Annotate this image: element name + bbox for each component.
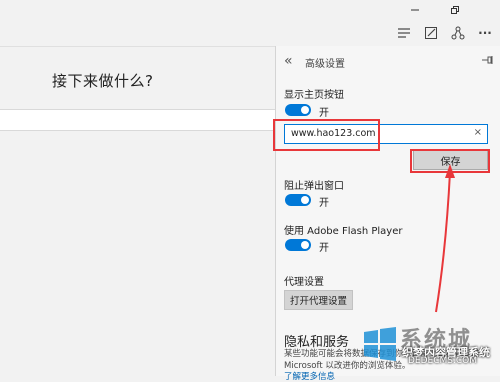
toggle-knob xyxy=(301,241,309,249)
minimize-icon xyxy=(411,9,419,10)
minimize-button[interactable] xyxy=(400,0,430,19)
browser-toolbar: ··· xyxy=(0,19,500,46)
pin-button[interactable] xyxy=(481,55,493,68)
more-button[interactable]: ··· xyxy=(474,22,496,44)
web-note-button[interactable] xyxy=(420,22,442,44)
search-box[interactable] xyxy=(0,109,276,131)
home-url-value: www.hao123.com xyxy=(291,128,376,139)
popup-block-toggle[interactable] xyxy=(285,194,311,206)
save-button[interactable]: 保存 xyxy=(413,150,488,170)
pin-icon xyxy=(482,56,493,64)
clear-icon[interactable]: × xyxy=(474,127,482,138)
panel-title: 高级设置 xyxy=(305,59,345,70)
back-button[interactable]: « xyxy=(284,53,293,69)
advanced-settings-panel: « 高级设置 显示主页按钮 开 www.hao123.com × 保存 阻止弹出… xyxy=(275,46,500,382)
home-button-label: 显示主页按钮 xyxy=(284,90,344,101)
home-button-toggle-state: 开 xyxy=(319,108,329,119)
privacy-text: 某些功能可能会将数据保存到你的设备上或将其发送给 Microsoft 以改进你的… xyxy=(284,349,489,371)
restore-icon xyxy=(451,5,459,14)
home-button-toggle[interactable] xyxy=(285,104,311,116)
home-url-input[interactable]: www.hao123.com × xyxy=(284,124,488,144)
flash-toggle-state: 开 xyxy=(319,243,329,254)
open-proxy-settings-button[interactable]: 打开代理设置 xyxy=(284,290,353,310)
popup-block-label: 阻止弹出窗口 xyxy=(284,181,344,192)
title-bar xyxy=(0,0,500,19)
toggle-knob xyxy=(301,106,309,114)
flash-label: 使用 Adobe Flash Player xyxy=(284,226,403,237)
panel-header: « 高级设置 xyxy=(276,46,500,76)
proxy-label: 代理设置 xyxy=(284,277,324,288)
popup-block-toggle-state: 开 xyxy=(319,198,329,209)
restore-button[interactable] xyxy=(440,0,470,19)
hub-button[interactable] xyxy=(393,22,415,44)
toggle-knob xyxy=(301,196,309,204)
share-icon xyxy=(451,26,465,40)
learn-more-link[interactable]: 了解更多信息 xyxy=(284,370,335,382)
share-button[interactable] xyxy=(447,22,469,44)
more-icon: ··· xyxy=(478,26,492,40)
flash-toggle[interactable] xyxy=(285,239,311,251)
hub-icon xyxy=(398,28,410,38)
web-note-icon xyxy=(425,27,437,39)
new-tab-heading: 接下来做什么? xyxy=(52,72,154,90)
